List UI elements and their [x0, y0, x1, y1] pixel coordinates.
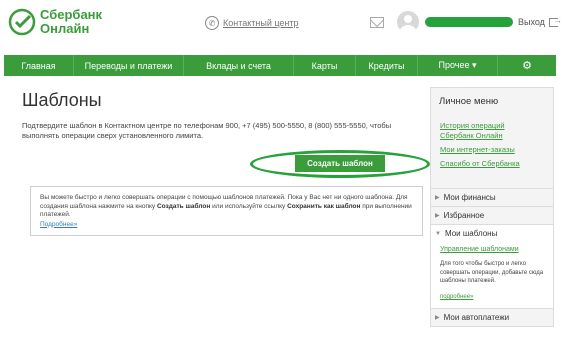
sidebar-personal-section: Личное меню История операций Сбербанк Он…	[431, 96, 553, 169]
info-text-2: или используйте ссылку	[210, 202, 288, 210]
nav-item-home[interactable]: Главная	[4, 55, 74, 76]
exit-label: Выход	[518, 17, 545, 27]
logo-line2: Онлайн	[40, 21, 90, 36]
sberbank-logo[interactable]: Сбербанк Онлайн	[8, 6, 138, 42]
templates-help-text: Для того чтобы быстро и легко совершать …	[440, 261, 544, 284]
nav-item-cards[interactable]: Карты	[294, 55, 356, 76]
main-nav: Главная Переводы и платежи Вклады и счет…	[4, 55, 556, 76]
gear-icon[interactable]: ⚙	[498, 55, 556, 76]
header: Сбербанк Онлайн ✆ Контактный центр Выход	[0, 0, 580, 50]
intro-text: Подтвердите шаблон в Контактном центре п…	[22, 121, 392, 140]
sidebar-section-favorites[interactable]: ▶ Избранное	[431, 206, 553, 224]
sidebar-title: Личное меню	[439, 96, 499, 107]
phone-icon: ✆	[205, 16, 219, 30]
sidebar-section-label: Мои шаблоны	[444, 229, 498, 238]
chevron-down-icon: ▼	[435, 230, 441, 237]
mail-icon[interactable]	[370, 17, 384, 28]
sidebar-section-autopayments[interactable]: ▶ Мои автоплатежи	[431, 308, 553, 326]
sidebar-link-history[interactable]: История операций Сбербанк Онлайн	[431, 121, 521, 141]
page-title: Шаблоны	[22, 90, 102, 110]
sidebar-section-label: Избранное	[443, 211, 485, 220]
logo-text: Сбербанк Онлайн	[40, 8, 102, 36]
avatar[interactable]	[397, 11, 419, 33]
info-more-link[interactable]: Подробнее»	[40, 221, 413, 230]
sidebar-section-finances[interactable]: ▶ Мои финансы	[431, 188, 553, 206]
contact-center-label: Контактный центр	[223, 18, 299, 28]
sidebar-link-orders[interactable]: Мои интернет-заказы	[431, 145, 553, 155]
nav-item-deposits[interactable]: Вклады и счета	[184, 55, 294, 76]
logo-line1: Сбербанк	[40, 7, 103, 22]
chevron-right-icon: ▶	[435, 315, 440, 321]
manage-templates-link[interactable]: Управление шаблонами	[440, 246, 519, 253]
sberbank-logo-icon	[8, 8, 36, 36]
sidebar-templates-panel: Управление шаблонами Для того чтобы быст…	[431, 242, 553, 308]
info-box: Вы можете быстро и легко совершать опера…	[30, 186, 423, 236]
templates-more-link[interactable]: подробнее»	[440, 294, 473, 300]
sidebar-section-templates[interactable]: ▼ Мои шаблоны	[431, 224, 553, 242]
info-bold-create: Создать шаблон	[156, 202, 211, 210]
exit-link[interactable]: Выход	[518, 15, 562, 28]
chevron-right-icon: ▶	[435, 195, 440, 201]
nav-item-transfers[interactable]: Переводы и платежи	[74, 55, 184, 76]
username-redacted	[425, 17, 513, 27]
sidebar-section-label: Мои финансы	[443, 193, 496, 202]
chevron-right-icon: ▶	[435, 213, 440, 219]
create-template-button[interactable]: Создать шаблон	[295, 155, 385, 172]
exit-icon	[548, 15, 562, 27]
info-bold-save: Сохранить как шаблон	[287, 202, 361, 210]
contact-center[interactable]: ✆ Контактный центр	[205, 15, 299, 31]
nav-item-other[interactable]: Прочее ▾	[418, 55, 498, 76]
sidebar-section-label: Мои автоплатежи	[443, 313, 510, 322]
sidebar-personal-menu: Личное меню История операций Сбербанк Он…	[430, 87, 554, 327]
sidebar-link-spasibo[interactable]: Спасибо от Сбербанка	[431, 159, 553, 169]
nav-item-loans[interactable]: Кредиты	[356, 55, 418, 76]
